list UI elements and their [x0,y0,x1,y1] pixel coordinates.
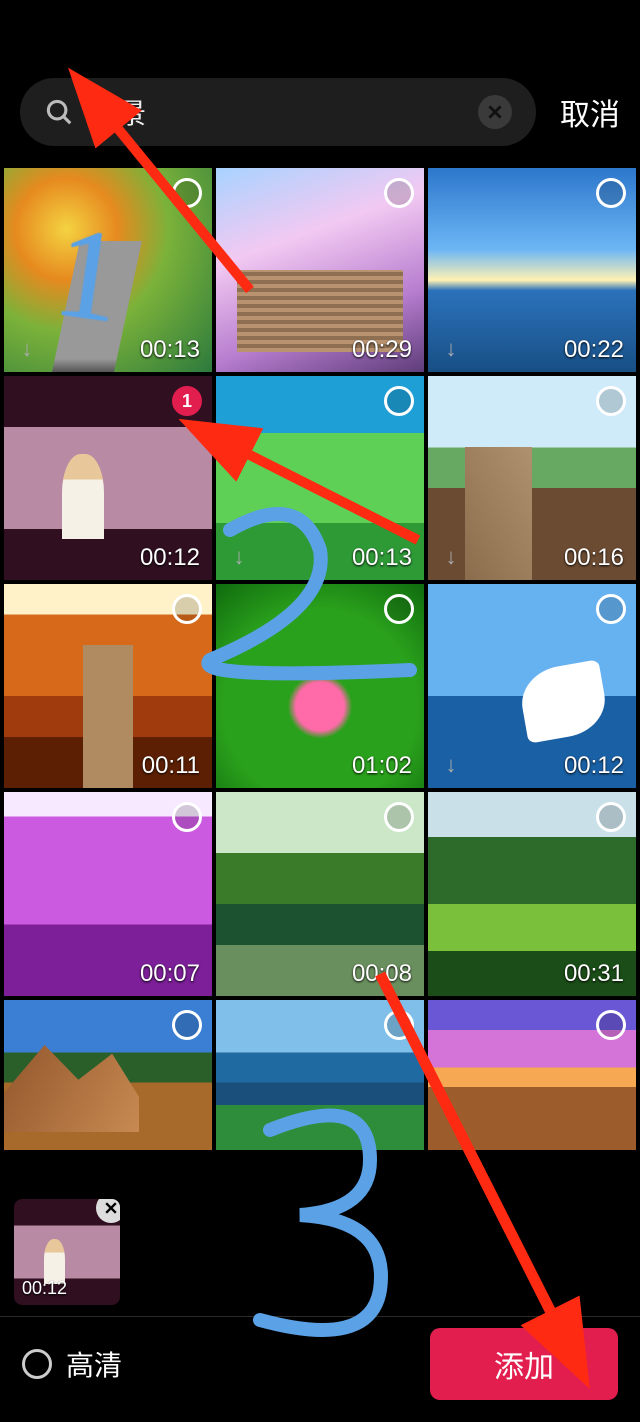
media-cell[interactable]: 01:02 [216,584,424,788]
media-cell[interactable] [4,1000,212,1150]
media-cell[interactable]: 00:11 [4,584,212,788]
bottom-bar: 高清 添加 [0,1324,640,1404]
select-circle[interactable] [172,178,202,208]
select-circle[interactable] [172,802,202,832]
clear-search-button[interactable] [478,95,512,129]
media-cell[interactable]: ↓ 00:22 [428,168,636,372]
search-icon [44,97,74,127]
media-cell[interactable]: 00:08 [216,792,424,996]
select-circle[interactable] [596,178,626,208]
media-duration: 00:11 [142,752,200,780]
cancel-button[interactable]: 取消 [560,90,620,134]
select-circle[interactable] [384,802,414,832]
media-duration: 00:22 [564,336,624,364]
media-duration: 00:08 [352,960,412,988]
media-duration: 01:02 [352,752,412,780]
close-icon [105,1202,117,1214]
media-cell[interactable]: ↓ 00:12 [428,584,636,788]
media-cell[interactable]: 00:07 [4,792,212,996]
download-icon[interactable]: ↓ [438,752,464,778]
selection-tray: 00:12 [0,1192,640,1312]
search-bar: 取消 [0,0,640,168]
hd-label: 高清 [66,1344,122,1384]
select-circle[interactable] [384,178,414,208]
download-icon[interactable]: ↓ [14,336,40,362]
media-grid: ↓ 00:13 00:29 ↓ 00:22 1 00:12 ↓ 00:13 ↓ … [0,168,640,1150]
select-circle[interactable] [172,594,202,624]
select-circle[interactable] [596,1010,626,1040]
media-cell[interactable] [216,1000,424,1150]
select-circle[interactable] [172,1010,202,1040]
tray-item[interactable]: 00:12 [14,1199,120,1305]
media-cell[interactable]: 00:31 [428,792,636,996]
select-circle[interactable] [384,1010,414,1040]
media-duration: 00:13 [140,336,200,364]
media-cell[interactable]: 1 00:12 [4,376,212,580]
media-duration: 00:12 [140,544,200,572]
media-cell[interactable]: ↓ 00:13 [216,376,424,580]
media-cell[interactable]: ↓ 00:13 [4,168,212,372]
media-duration: 00:29 [352,336,412,364]
select-circle[interactable] [596,594,626,624]
media-duration: 00:13 [352,544,412,572]
select-circle[interactable] [384,594,414,624]
media-duration: 00:31 [564,960,624,988]
close-icon [488,105,502,119]
radio-icon [22,1349,52,1379]
search-box[interactable] [20,78,536,146]
tray-duration: 00:12 [22,1278,67,1299]
hd-toggle[interactable]: 高清 [22,1344,122,1384]
search-input[interactable] [90,96,462,128]
media-duration: 00:16 [564,544,624,572]
select-circle[interactable] [384,386,414,416]
media-duration: 00:12 [564,752,624,780]
media-cell[interactable] [428,1000,636,1150]
download-icon[interactable]: ↓ [226,544,252,570]
select-circle[interactable] [596,802,626,832]
media-cell[interactable]: ↓ 00:16 [428,376,636,580]
download-icon[interactable]: ↓ [438,544,464,570]
add-button[interactable]: 添加 [430,1328,618,1400]
media-cell[interactable]: 00:29 [216,168,424,372]
divider [0,1316,640,1317]
select-circle[interactable]: 1 [172,386,202,416]
download-icon[interactable]: ↓ [438,336,464,362]
select-circle[interactable] [596,386,626,416]
media-duration: 00:07 [140,960,200,988]
